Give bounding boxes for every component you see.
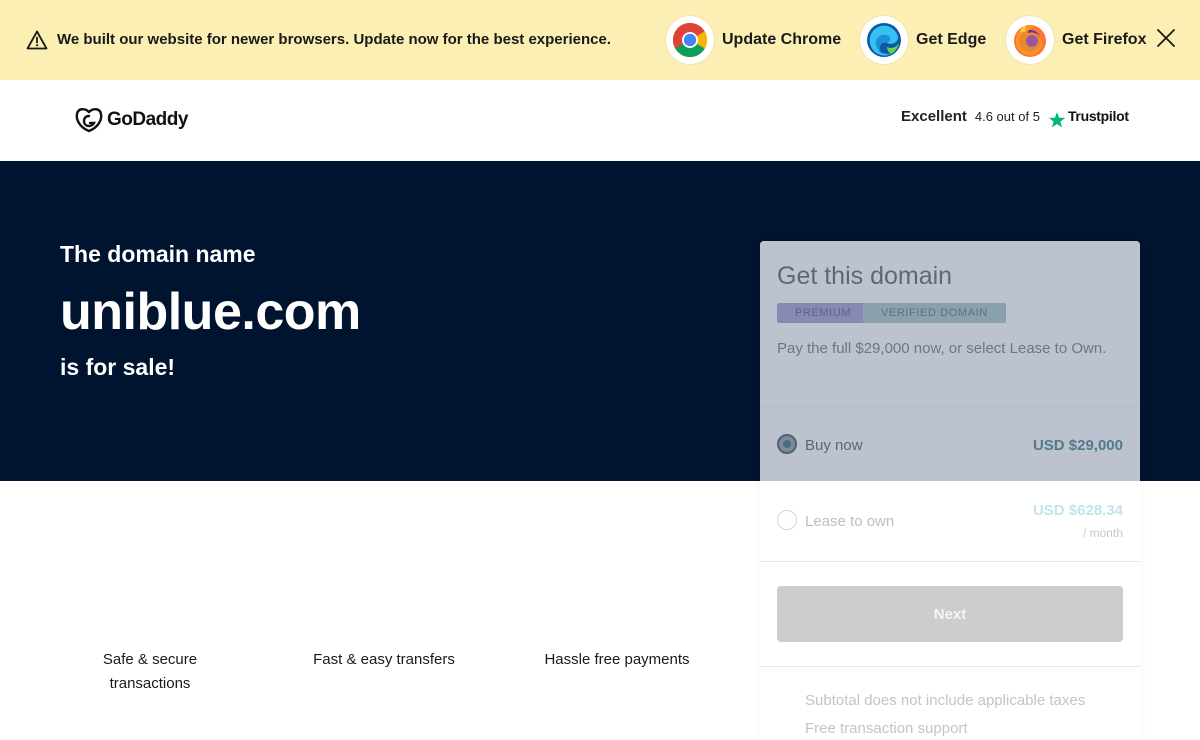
verified-domain-badge: VERIFIED DOMAIN — [863, 303, 1006, 323]
buy-now-radio[interactable] — [777, 434, 797, 454]
trustpilot-brand: Trustpilot — [1067, 108, 1129, 124]
edge-icon — [860, 16, 908, 64]
rating-score: 4.6 out of 5 — [974, 109, 1040, 124]
hero-intro: The domain name — [60, 241, 256, 267]
transaction-support-note: Free transaction support — [805, 720, 968, 737]
godaddy-logo-icon — [75, 108, 103, 133]
rating-word: Excellent — [901, 108, 967, 125]
trustpilot-star-icon — [1048, 112, 1066, 128]
firefox-icon — [1006, 16, 1054, 64]
domain-name: uniblue.com — [60, 283, 361, 341]
feature-fast-transfers: Fast & easy transfers — [313, 651, 455, 668]
trustpilot-rating[interactable]: Excellent 4.6 out of 5 Trustpilot — [901, 108, 1129, 132]
card-description: Pay the full $29,000 now, or select Leas… — [777, 340, 1107, 357]
buy-now-label[interactable]: Buy now — [805, 437, 863, 454]
feature-safe-secure: Safe & secure transactions — [102, 651, 198, 692]
close-icon[interactable] — [1155, 27, 1177, 49]
godaddy-logo[interactable]: GoDaddy — [75, 107, 188, 133]
card-divider — [760, 666, 1140, 667]
chrome-icon — [666, 16, 714, 64]
lease-to-own-radio[interactable] — [777, 510, 797, 530]
next-button[interactable]: Next — [777, 586, 1123, 642]
card-divider — [760, 407, 1140, 408]
update-chrome-link[interactable]: Update Chrome — [666, 16, 841, 64]
get-firefox-label: Get Firefox — [1062, 31, 1147, 48]
get-firefox-link[interactable]: Get Firefox — [1006, 16, 1146, 64]
hero-for-sale: is for sale! — [60, 354, 176, 380]
premium-badge: PREMIUM — [777, 303, 870, 323]
get-edge-link[interactable]: Get Edge — [860, 16, 986, 64]
lease-price-unit: / month — [1082, 526, 1123, 540]
logo-text: GoDaddy — [107, 109, 188, 130]
buy-now-price: USD $29,000 — [1032, 437, 1123, 454]
lease-price: USD $628.34 — [1032, 502, 1123, 519]
banner-message: We built our website for newer browsers.… — [57, 31, 612, 48]
lease-to-own-label[interactable]: Lease to own — [805, 513, 894, 530]
get-edge-label: Get Edge — [916, 31, 987, 48]
card-divider — [760, 561, 1140, 562]
subtotal-note: Subtotal does not include applicable tax… — [805, 692, 1086, 709]
card-title: Get this domain — [777, 262, 953, 290]
feature-hassle-free: Hassle free payments — [544, 651, 690, 668]
update-chrome-label: Update Chrome — [722, 31, 842, 48]
warning-icon — [26, 30, 48, 50]
